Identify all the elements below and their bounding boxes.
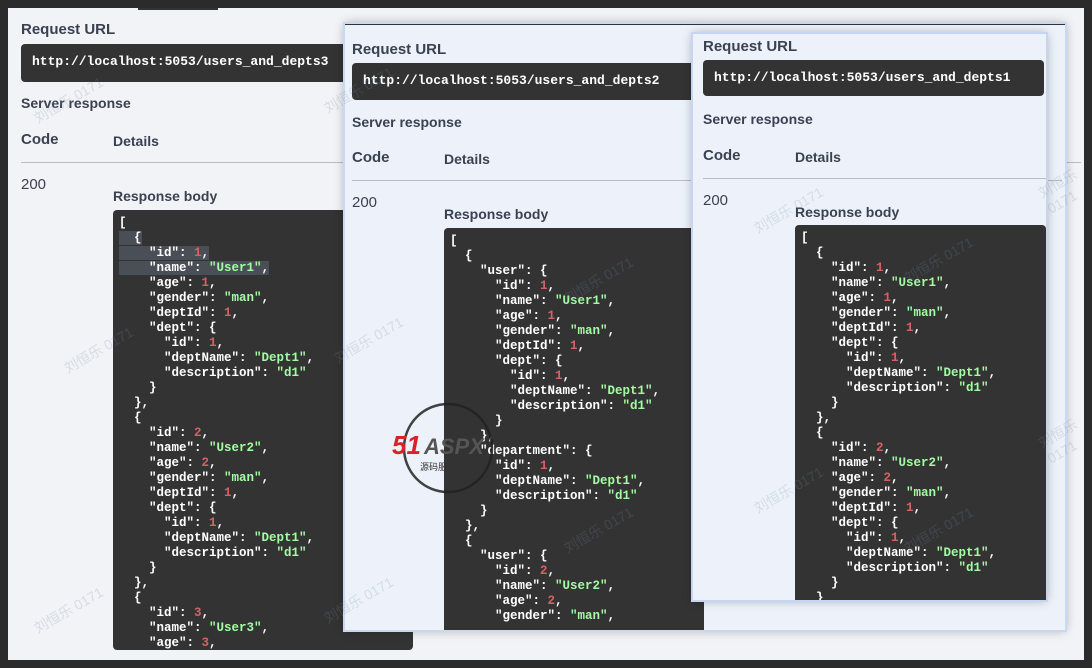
request-url-label: Request URL (703, 38, 798, 55)
status-code: 200 (703, 192, 729, 209)
response-body-text: [ { "id": 1, "name": "User1", "age": 1, … (801, 231, 997, 600)
table-divider (703, 178, 1046, 179)
watermark-logo: 51 ASPX 源码服务平台 (392, 402, 494, 494)
response-panel-depts1: Request URL http://localhost:5053/users_… (693, 34, 1046, 600)
response-body-code[interactable]: [ { "id": 1, "name": "User1", "age": 1, … (795, 225, 1046, 600)
response-body-label: Response body (795, 204, 900, 220)
top-edge-strip (345, 24, 1065, 25)
request-url-label: Request URL (352, 41, 447, 58)
code-column-header: Code (703, 147, 741, 164)
request-url-field[interactable]: http://localhost:5053/users_and_depts2 (352, 63, 712, 100)
request-url-label: Request URL (21, 21, 116, 38)
response-body-label: Response body (113, 188, 218, 204)
logo-subtext: 源码服务平台 (420, 461, 474, 473)
request-url-field[interactable]: http://localhost:5053/users_and_depts1 (703, 60, 1044, 96)
server-response-label: Server response (21, 95, 131, 111)
server-response-label: Server response (352, 114, 462, 130)
status-code: 200 (21, 176, 47, 193)
details-column-header: Details (444, 151, 490, 167)
status-code: 200 (352, 194, 378, 211)
details-column-header: Details (113, 133, 159, 149)
code-column-header: Code (352, 149, 390, 166)
logo-wordmark-51: 51 (392, 430, 421, 460)
top-edge-strip (138, 8, 218, 10)
details-column-header: Details (795, 149, 841, 165)
request-url-field[interactable]: http://localhost:5053/users_and_depts3 (21, 44, 361, 82)
logo-wordmark-aspx: ASPX (423, 434, 485, 459)
response-body-label: Response body (444, 206, 549, 222)
server-response-label: Server response (703, 111, 813, 127)
code-column-header: Code (21, 131, 59, 148)
